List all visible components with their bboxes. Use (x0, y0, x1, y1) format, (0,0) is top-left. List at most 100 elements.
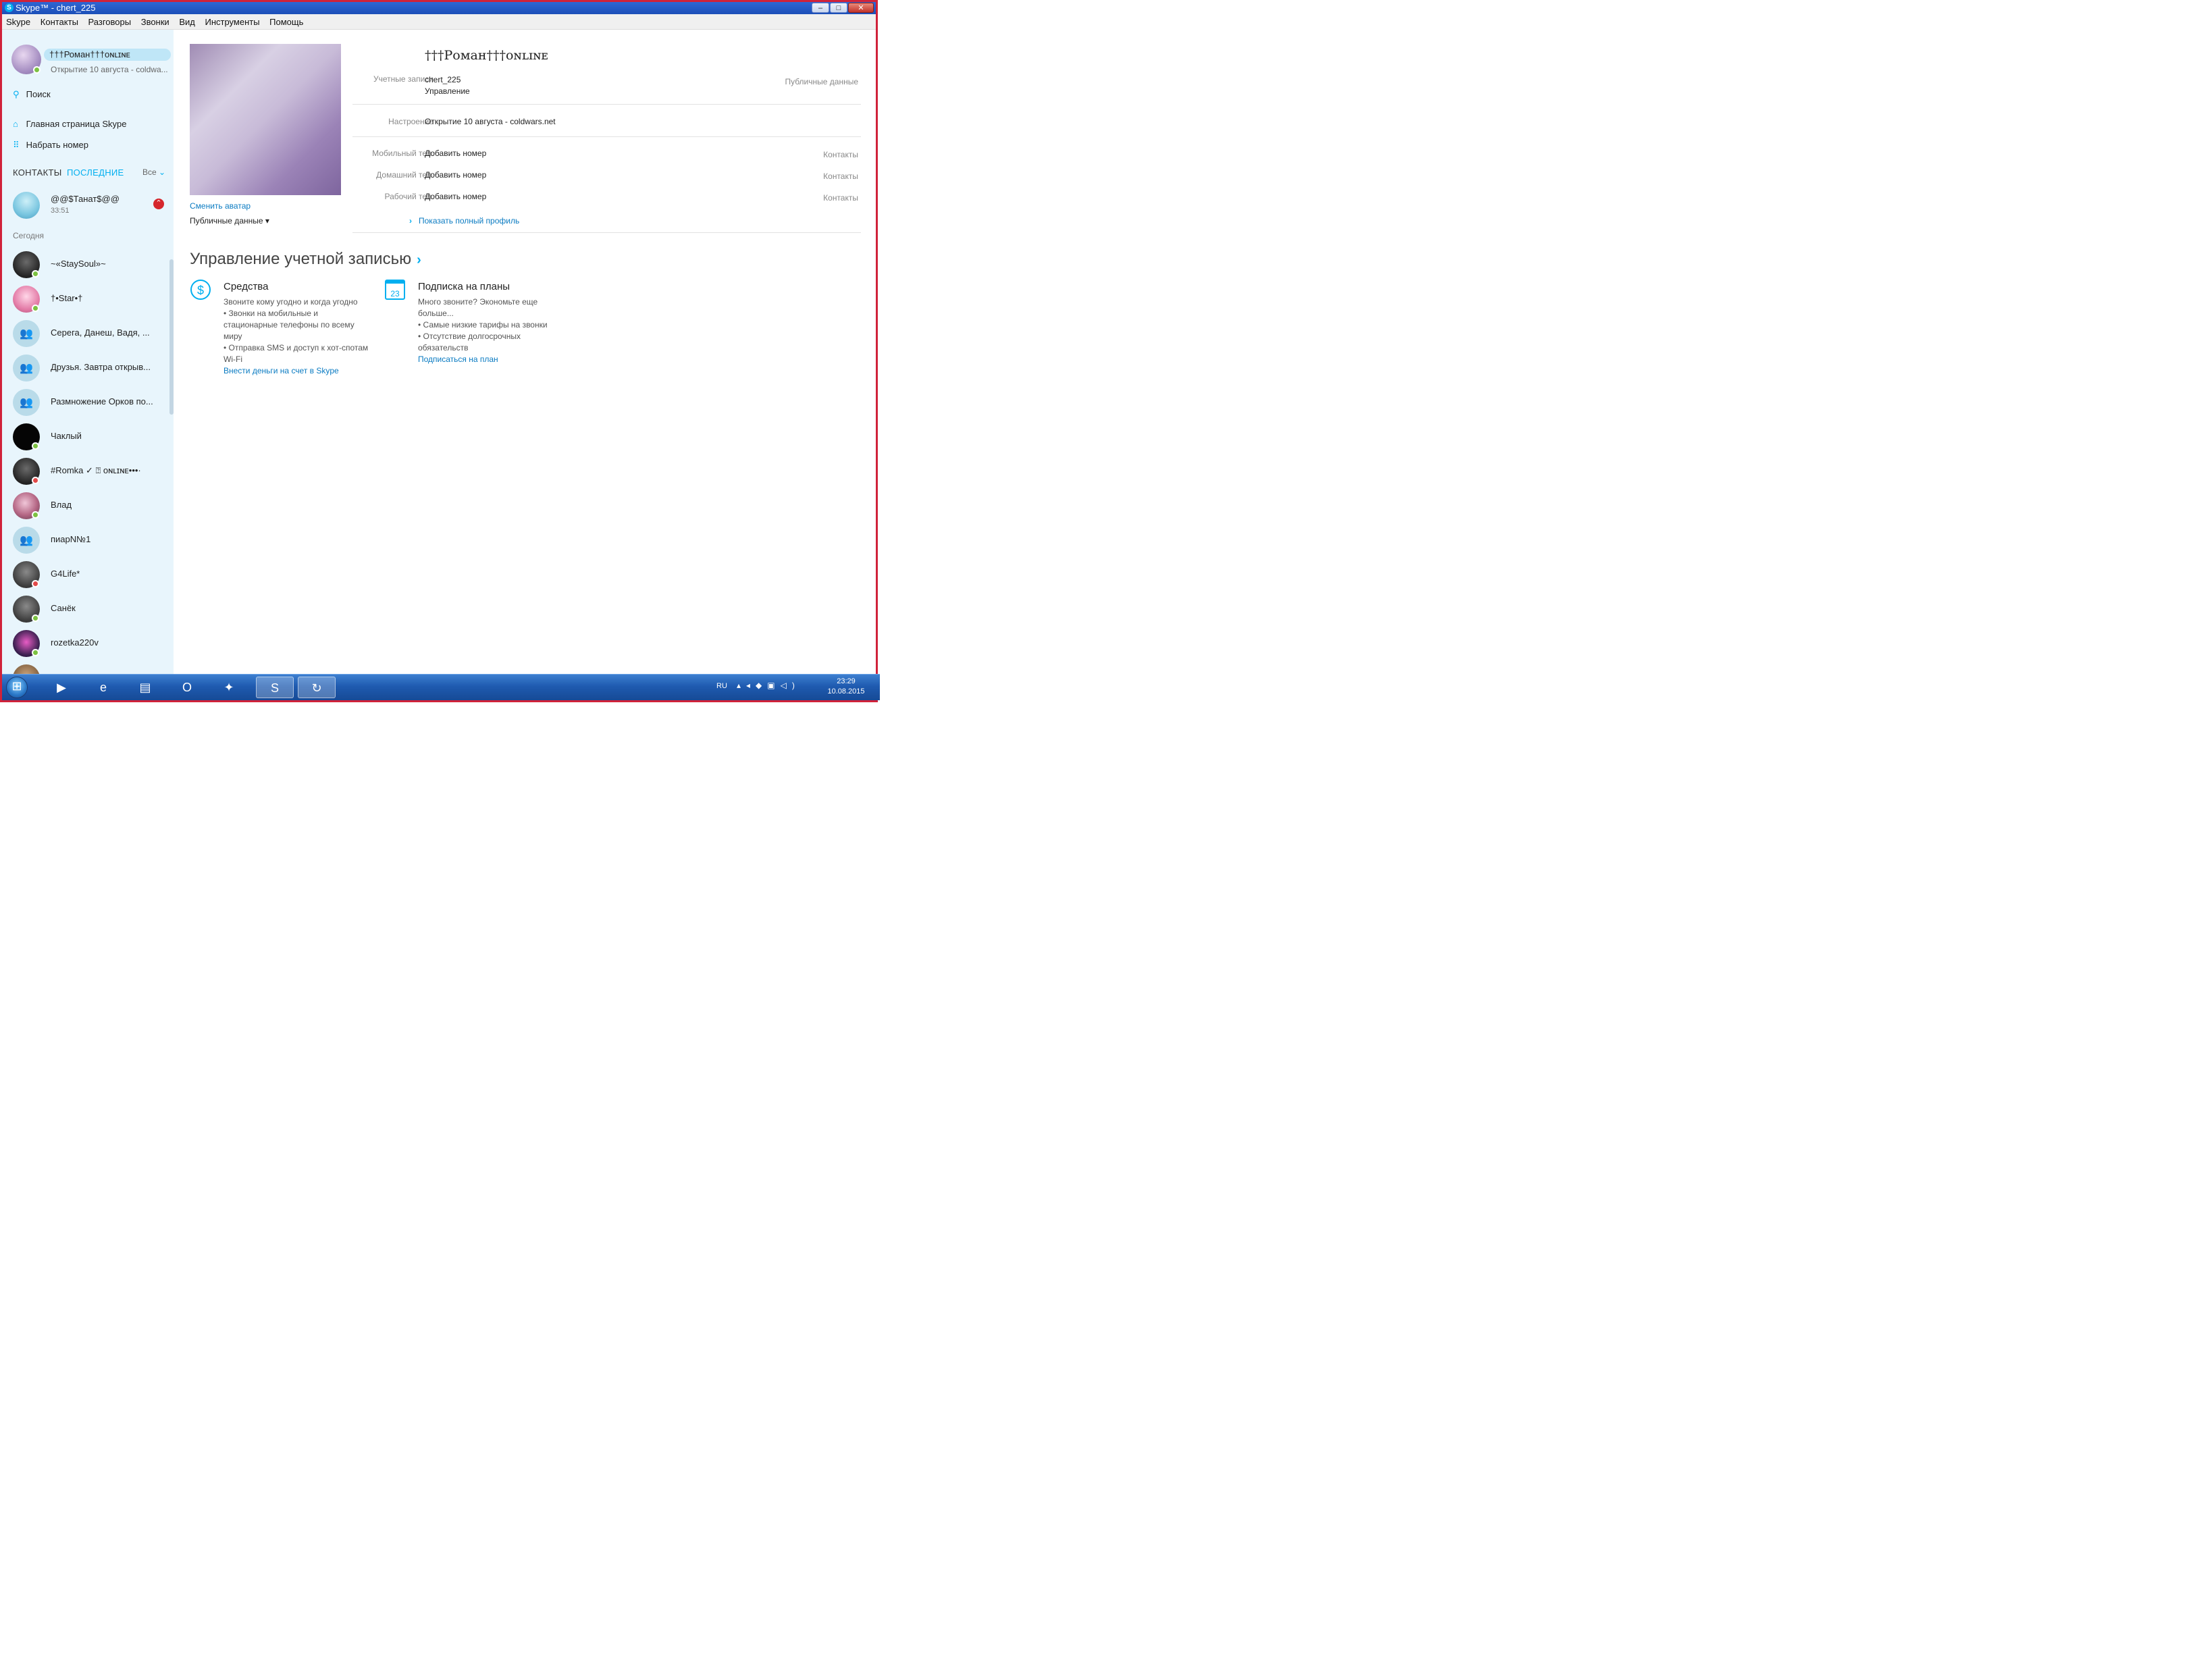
contact-item[interactable]: G4Life* (2, 558, 169, 591)
filter-dropdown[interactable]: Все ⌄ (142, 167, 165, 177)
sidebar: †††Роман†††ᴏɴʟɪɴᴇ Открытие 10 августа - … (2, 30, 174, 675)
tab-contacts[interactable]: КОНТАКТЫ (13, 167, 62, 178)
start-button[interactable] (6, 677, 28, 698)
app-taskbar-icon[interactable]: ↻ (298, 677, 336, 698)
contact-item[interactable]: Чаклый (2, 421, 169, 453)
contact-name: rozetka220v (51, 637, 99, 648)
contact-name: Санёк (51, 603, 76, 613)
account-management-header[interactable]: Управление учетной записью › (190, 250, 421, 269)
chevron-right-icon: › (409, 216, 412, 226)
minimize-button[interactable]: – (812, 3, 829, 13)
my-mood-message[interactable]: Открытие 10 августа - coldwa... (51, 65, 168, 74)
contact-item[interactable]: Серега, Данеш, Вадя, ... (2, 317, 169, 350)
home-icon: ⌂ (13, 119, 18, 129)
file-explorer-icon[interactable]: ▤ (126, 677, 164, 698)
mood-label: Настроение (388, 117, 434, 126)
internet-explorer-icon[interactable]: e (84, 677, 122, 698)
menu-calls[interactable]: Звонки (137, 14, 173, 27)
mobile-phone-label: Мобильный тел. (372, 149, 434, 158)
divider (352, 104, 861, 105)
public-data-dropdown[interactable]: Публичные данные ▾ (190, 216, 269, 226)
contact-item[interactable]: пиарN№1 (2, 524, 169, 556)
my-display-name[interactable]: †††Роман†††ᴏɴʟɪɴᴇ (44, 49, 171, 61)
title-bar[interactable]: S Skype™ - chert_225 – □ ✕ (2, 2, 876, 14)
contact-item[interactable]: ~«StaySoul»~ (2, 248, 169, 281)
online-status-icon (32, 649, 39, 656)
contact-item[interactable] (2, 662, 169, 675)
plans-description: Много звоните? Экономьте еще больше... •… (418, 297, 548, 365)
contact-name: ~«StaySoul»~ (51, 259, 106, 269)
mood-value[interactable]: Открытие 10 августа - coldwars.net (425, 117, 556, 126)
home-visibility: Контакты (823, 172, 858, 181)
my-avatar[interactable] (11, 45, 41, 74)
group-avatar-icon (13, 320, 40, 347)
add-work-number-link[interactable]: Добавить номер (425, 192, 486, 201)
home-row[interactable]: ⌂ Главная страница Skype (13, 119, 127, 129)
close-button[interactable]: ✕ (848, 3, 874, 13)
online-status-icon (32, 511, 39, 519)
game-icon[interactable]: ✦ (210, 677, 248, 698)
tray-icons[interactable]: ▴◂◆▣◁) (737, 681, 800, 690)
contact-item[interactable]: Санёк (2, 593, 169, 625)
add-mobile-number-link[interactable]: Добавить номер (425, 149, 486, 158)
online-status-icon (32, 305, 39, 312)
contact-item[interactable]: #Romka ✓ ⍰ ᴏɴʟɪɴᴇ•••· (2, 455, 169, 488)
filter-label: Все (142, 167, 157, 177)
contact-item[interactable]: Друзья. Завтра открыв... (2, 352, 169, 384)
language-indicator[interactable]: RU (716, 682, 727, 690)
contact-item[interactable]: rozetka220v (2, 627, 169, 660)
dialpad-icon: ⠿ (13, 140, 20, 150)
menu-tools[interactable]: Инструменты (201, 14, 263, 27)
call-duration: 33:51 (51, 207, 70, 215)
dial-row[interactable]: ⠿ Набрать номер (13, 140, 88, 151)
online-status-icon (32, 270, 39, 278)
subscribe-plan-link[interactable]: Подписаться на план (418, 354, 548, 365)
profile-pane: Сменить аватар Публичные данные ▾ › Показ… (174, 30, 876, 675)
contact-name: #Romka ✓ ⍰ ᴏɴʟɪɴᴇ•••· (51, 465, 141, 475)
taskbar: ▶ e ▤ O ✦ S ↻ RU ▴◂◆▣◁) 23:29 10.08.2015 (2, 674, 880, 700)
contact-item[interactable]: Размножение Орков по... (2, 386, 169, 419)
section-today: Сегодня (13, 231, 44, 240)
calendar-icon: 23 (385, 280, 405, 300)
add-credit-link[interactable]: Внести деньги на счет в Skype (224, 365, 368, 377)
group-avatar-icon (13, 389, 40, 416)
clock-time[interactable]: 23:29 (826, 677, 866, 685)
contact-item[interactable]: Влад (2, 490, 169, 522)
profile-name[interactable]: †††Роман†††ᴏɴʟɪɴᴇ (425, 48, 548, 63)
search-row[interactable]: ⚲ Поиск (13, 89, 51, 100)
profile-picture[interactable] (190, 44, 341, 195)
menu-conversations[interactable]: Разговоры (84, 14, 135, 27)
contact-name: †•Star•† (51, 293, 83, 303)
clock-date[interactable]: 10.08.2015 (826, 687, 866, 695)
skype-taskbar-icon[interactable]: S (256, 677, 294, 698)
menu-skype[interactable]: Skype (2, 14, 34, 27)
contact-name: пиарN№1 (51, 534, 91, 544)
chevron-down-icon: ⌄ (159, 167, 166, 177)
menu-contacts[interactable]: Контакты (36, 14, 82, 27)
maximize-button[interactable]: □ (830, 3, 847, 13)
contact-name: G4Life* (51, 569, 80, 579)
contact-name: @@$Танат$@@ (51, 194, 120, 204)
menu-view[interactable]: Вид (175, 14, 199, 27)
change-avatar-link[interactable]: Сменить аватар (190, 201, 251, 211)
dollar-icon: $ (190, 280, 211, 300)
tab-recent[interactable]: ПОСЛЕДНИЕ (67, 167, 124, 178)
online-status-icon (32, 614, 39, 622)
divider (352, 232, 861, 233)
public-data-label: Публичные данные (785, 77, 858, 86)
opera-icon[interactable]: O (168, 677, 206, 698)
contact-name: Серега, Данеш, Вадя, ... (51, 327, 150, 338)
contact-item[interactable]: †•Star•† (2, 283, 169, 315)
menu-help[interactable]: Помощь (265, 14, 307, 27)
recent-conversation[interactable]: @@$Танат$@@ 33:51 ⌃ (2, 190, 174, 226)
accounts-label: Учетные записи (373, 74, 434, 84)
media-player-icon[interactable]: ▶ (43, 677, 80, 698)
group-avatar-icon (13, 355, 40, 382)
add-home-number-link[interactable]: Добавить номер (425, 170, 486, 180)
show-full-profile-link[interactable]: › Показать полный профиль (409, 216, 519, 226)
contact-name: Друзья. Завтра открыв... (51, 362, 151, 372)
search-label: Поиск (26, 89, 51, 99)
credit-title: Средства (224, 281, 269, 292)
missed-call-icon: ⌃ (153, 199, 164, 209)
manage-link[interactable]: Управление (425, 86, 470, 96)
